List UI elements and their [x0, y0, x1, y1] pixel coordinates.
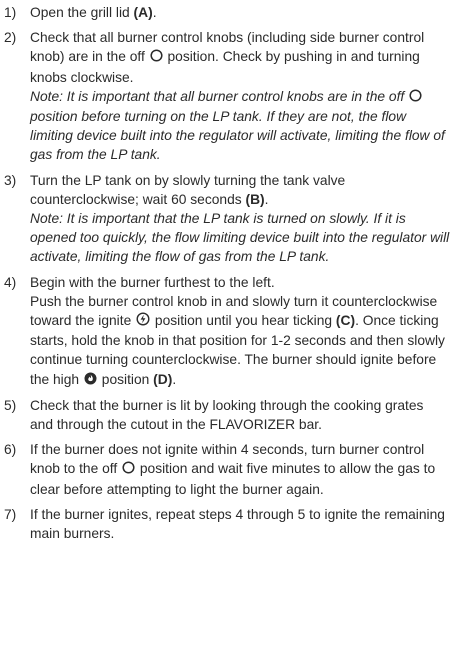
step-6: 6) If the burner does not ignite within …	[4, 442, 436, 497]
step-number: 3)	[4, 172, 17, 188]
instructions-page: 1) Open the grill lid (A). 2) Check that…	[0, 0, 454, 662]
step-number: 5)	[4, 397, 17, 413]
step-4: 4) Begin with the burner furthest to the…	[4, 273, 450, 390]
step-1: 1) Open the grill lid (A).	[4, 3, 450, 22]
off-position-circle-icon	[150, 48, 163, 67]
figure-reference: (D)	[153, 371, 173, 387]
step-number: 1)	[4, 5, 17, 20]
figure-reference: (B)	[245, 191, 265, 207]
step-number: 2)	[4, 30, 17, 46]
lighting-steps-list: 1) Open the grill lid (A). 2) Check that…	[4, 3, 450, 543]
step-text: Turn the LP tank on by slowly turning th…	[30, 172, 346, 207]
ignite-position-icon	[136, 312, 150, 331]
step-5: 5) Check that the burner is lit by looki…	[4, 396, 450, 434]
figure-reference: (A)	[133, 5, 153, 20]
step-number: 7)	[4, 506, 17, 522]
step-text: Begin with the burner furthest to the le…	[30, 274, 275, 290]
step-3: 3) Turn the LP tank on by slowly turning…	[4, 171, 450, 267]
off-position-circle-icon	[409, 88, 422, 107]
step-text: Check that the burner is lit by looking …	[30, 397, 424, 433]
step-number: 4)	[4, 274, 17, 290]
step-7: 7) If the burner ignites, repeat steps 4…	[4, 505, 450, 543]
off-position-circle-icon	[122, 460, 135, 479]
step-text: Open the grill lid	[30, 5, 134, 20]
step-number: 6)	[4, 442, 17, 458]
step-text: If the burner ignites, repeat steps 4 th…	[30, 506, 445, 542]
figure-reference: (C)	[335, 313, 356, 329]
step-note: Note: It is important that the LP tank i…	[30, 211, 450, 265]
high-flame-position-icon	[84, 371, 97, 390]
step-2: 2) Check that all burner control knobs (…	[4, 28, 450, 164]
step-note: Note: It is important that all burner co…	[30, 88, 445, 163]
